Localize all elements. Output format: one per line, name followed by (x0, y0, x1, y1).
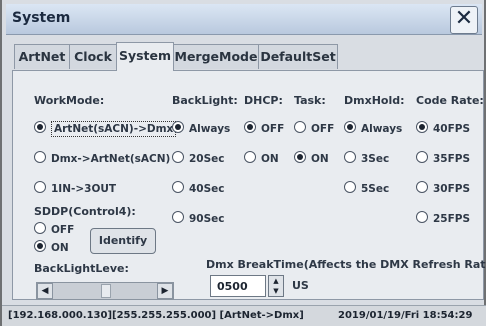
coderate-option-25fps[interactable]: 25FPS (416, 211, 470, 225)
date-time: 2019/01/19/Fri 18:54:29 (338, 310, 473, 321)
workmode-label: WorkMode: (34, 94, 105, 107)
coderate-option-label: 30FPS (433, 183, 471, 195)
dhcp-option-off[interactable]: OFF (244, 121, 284, 135)
task-option-label: OFF (311, 123, 335, 135)
radio-icon (172, 151, 184, 163)
radio-selected-icon (294, 151, 306, 163)
identify-button[interactable]: Identify (90, 228, 156, 254)
radio-selected-icon (172, 121, 184, 133)
workmode-option-label: ArtNet(sACN)->Dmx (51, 121, 177, 137)
tab-defaultset[interactable]: DefaultSet (258, 44, 338, 69)
radio-icon (244, 151, 256, 163)
sddp-option-on[interactable]: ON (34, 240, 69, 254)
dmxhold-label: DmxHold: (344, 94, 405, 107)
sddp-option-label: OFF (51, 224, 75, 236)
coderate-option-40fps[interactable]: 40FPS (416, 121, 470, 135)
radio-icon (34, 151, 46, 163)
spin-down-icon[interactable]: ▼ (269, 286, 283, 296)
dmx-break-unit: US (292, 279, 309, 292)
backlight-option-always[interactable]: Always (172, 121, 230, 135)
radio-icon (172, 181, 184, 193)
backlight-level-scrollbar[interactable]: ◀ ▶ (36, 282, 174, 300)
task-option-on[interactable]: ON (294, 151, 329, 165)
spin-up-icon[interactable]: ▲ (269, 276, 283, 286)
radio-icon (34, 181, 46, 193)
dhcp-option-on[interactable]: ON (244, 151, 279, 165)
title-bar: System ✕ (6, 4, 482, 35)
backlight-option-label: 90Sec (189, 213, 225, 225)
tab-mergemode[interactable]: MergeMode (173, 44, 259, 69)
coderate-option-label: 35FPS (433, 153, 471, 165)
radio-icon (172, 211, 184, 223)
task-option-label: ON (311, 153, 329, 165)
radio-selected-icon (244, 121, 256, 133)
scroll-left-arrow-icon[interactable]: ◀ (37, 283, 53, 299)
backlight-option-20sec[interactable]: 20Sec (172, 151, 225, 165)
radio-icon (344, 181, 356, 193)
radio-selected-icon (344, 121, 356, 133)
workmode-option-artnet-to-dmx[interactable]: ArtNet(sACN)->Dmx (34, 121, 177, 137)
task-label: Task: (294, 94, 326, 107)
radio-selected-icon (34, 121, 46, 133)
backlight-option-label: 20Sec (189, 153, 225, 165)
radio-icon (416, 181, 428, 193)
sddp-option-off[interactable]: OFF (34, 222, 74, 236)
backlight-option-40sec[interactable]: 40Sec (172, 181, 225, 195)
tab-system[interactable]: System (116, 42, 174, 71)
coderate-option-label: 40FPS (433, 123, 471, 135)
radio-icon (416, 151, 428, 163)
radio-icon (34, 222, 46, 234)
dmxhold-option-always[interactable]: Always (344, 121, 402, 135)
window-title: System (12, 10, 71, 26)
backlight-label: BackLight: (172, 94, 238, 107)
status-bar: [192.168.000.130][255.255.255.000] [ArtN… (2, 305, 486, 326)
task-option-off[interactable]: OFF (294, 121, 334, 135)
dmxhold-option-3sec[interactable]: 3Sec (344, 151, 389, 165)
workmode-option-1in-3out[interactable]: 1IN->3OUT (34, 181, 116, 195)
dmxhold-option-5sec[interactable]: 5Sec (344, 181, 389, 195)
workmode-option-label: Dmx->ArtNet(sACN) (51, 153, 171, 165)
radio-icon (294, 121, 306, 133)
dmx-break-spinner[interactable]: ▲ ▼ (268, 275, 284, 297)
backlight-option-label: Always (189, 123, 231, 135)
coderate-option-label: 25FPS (433, 213, 471, 225)
coderate-option-35fps[interactable]: 35FPS (416, 151, 470, 165)
dmx-break-input[interactable]: 0500 (210, 275, 266, 297)
coderate-label: Code Rate: (416, 94, 484, 107)
scroll-right-arrow-icon[interactable]: ▶ (157, 283, 173, 299)
radio-selected-icon (34, 240, 46, 252)
backlight-level-label: BackLightLeve: (34, 262, 129, 275)
radio-icon (344, 151, 356, 163)
dmxhold-option-label: Always (361, 123, 403, 135)
tab-artnet[interactable]: ArtNet (14, 44, 70, 69)
workmode-option-label: 1IN->3OUT (51, 183, 117, 195)
dmxhold-option-label: 3Sec (361, 153, 390, 165)
dhcp-label: DHCP: (244, 94, 283, 107)
sddp-label: SDDP(Control4): (34, 205, 136, 218)
dhcp-option-label: ON (261, 153, 279, 165)
tab-clock[interactable]: Clock (69, 44, 117, 69)
radio-icon (416, 211, 428, 223)
coderate-option-30fps[interactable]: 30FPS (416, 181, 470, 195)
network-status: [192.168.000.130][255.255.255.000] [ArtN… (8, 310, 304, 321)
dhcp-option-label: OFF (261, 123, 285, 135)
dmx-break-label: Dmx BreakTime(Affects the DMX Refresh Ra… (206, 258, 486, 271)
sddp-option-label: ON (51, 242, 69, 254)
backlight-option-label: 40Sec (189, 183, 225, 195)
dmxhold-option-label: 5Sec (361, 183, 390, 195)
backlight-option-90sec[interactable]: 90Sec (172, 211, 225, 225)
radio-selected-icon (416, 121, 428, 133)
scroll-thumb[interactable] (101, 284, 111, 298)
close-button[interactable]: ✕ (450, 6, 478, 34)
workmode-option-dmx-to-artnet[interactable]: Dmx->ArtNet(sACN) (34, 151, 170, 165)
